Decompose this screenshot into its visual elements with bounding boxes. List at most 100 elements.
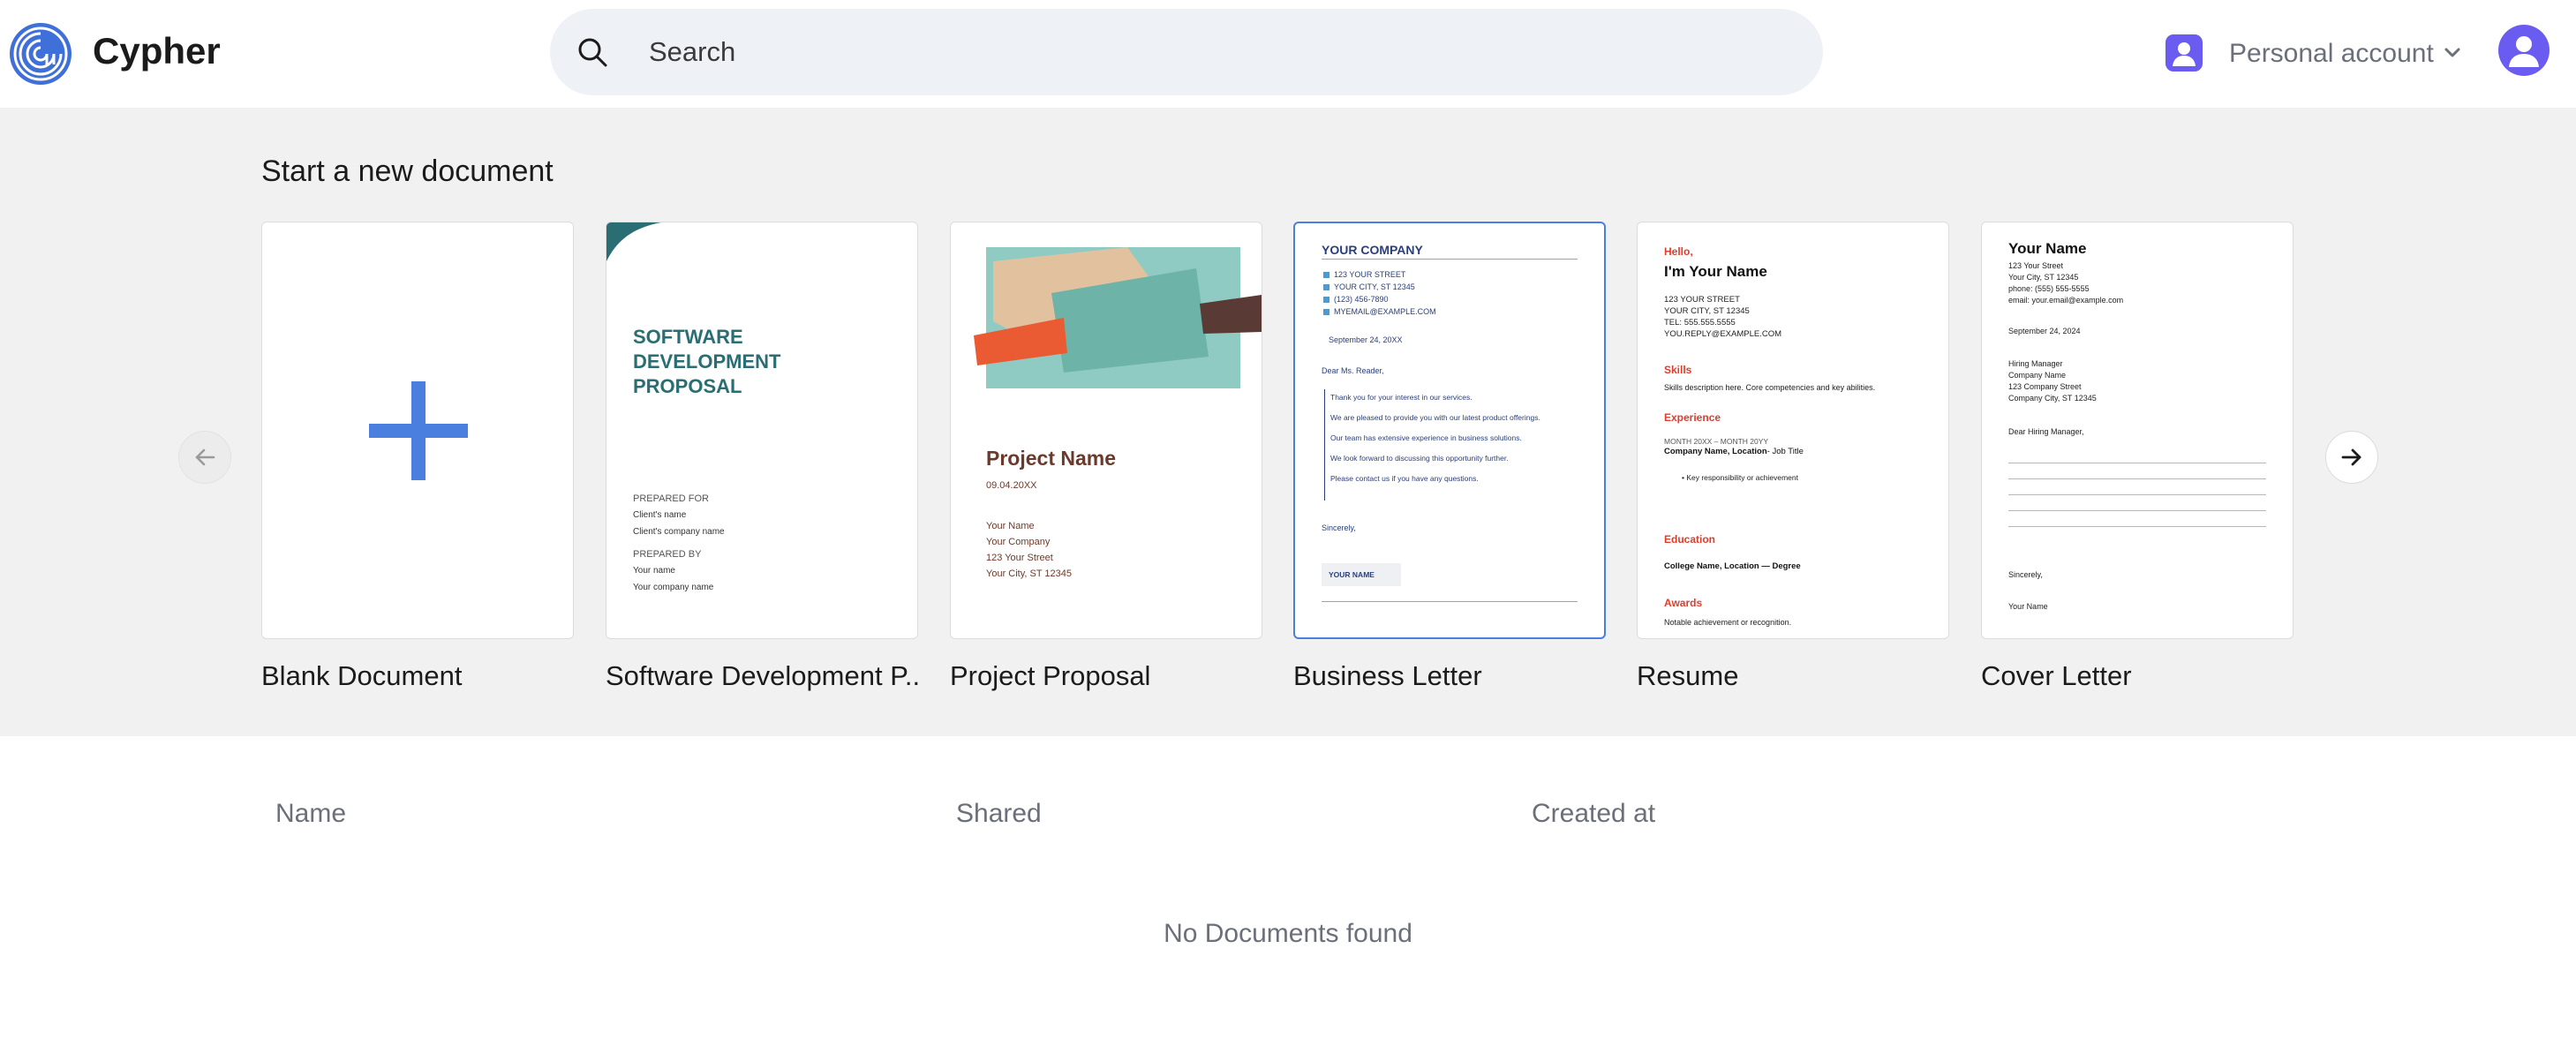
app-name: Cypher — [93, 30, 221, 72]
template-label: Cover Letter — [1981, 660, 2132, 691]
user-avatar-icon[interactable] — [2498, 25, 2550, 76]
template-label: Project Proposal — [950, 660, 1151, 691]
divider — [1322, 601, 1578, 602]
chevron-down-icon — [2444, 48, 2460, 57]
bullet-marker — [1323, 272, 1329, 278]
template-card-project-proposal[interactable]: Project Name 09.04.20XX Your Name Your C… — [950, 222, 1262, 639]
preview-signature: Your Name — [2008, 602, 2048, 611]
preview-text: Your City, ST 12345 — [986, 568, 1073, 579]
experience-company: Company Name, Location — [1664, 447, 1767, 456]
account-label: Personal account — [2229, 39, 2434, 68]
preview-text: Your company name — [633, 583, 714, 592]
preview-text: Company Name — [2008, 371, 2067, 380]
preview-text: YOU.REPLY@EXAMPLE.COM — [1664, 329, 1781, 339]
preview-heading: Experience — [1664, 411, 1721, 424]
column-header-shared[interactable]: Shared — [956, 796, 1042, 832]
preview-date: 09.04.20XX — [986, 480, 1037, 491]
placeholder-line — [2008, 478, 2266, 479]
preview-text: MONTH 20XX – MONTH 20YY — [1664, 437, 1769, 446]
templates-section: Start a new document Blank Document SOFT… — [0, 108, 2576, 736]
preview-text: YOUR CITY, ST 12345 — [1664, 306, 1750, 316]
search-icon — [578, 38, 607, 67]
preview-text: Dear Hiring Manager, — [2008, 427, 2084, 436]
placeholder-line — [2008, 526, 2266, 527]
preview-text: Your City, ST 12345 — [2008, 273, 2079, 282]
preview-hello: Hello, — [1664, 245, 1693, 258]
template-card-software-proposal[interactable]: SOFTWARE DEVELOPMENT PROPOSAL PREPARED F… — [606, 222, 918, 639]
preview-heading: Skills — [1664, 364, 1692, 376]
account-switcher[interactable]: Personal account — [2165, 29, 2474, 79]
search-input[interactable] — [649, 30, 1779, 74]
preview-text: YOUR CITY, ST 12345 — [1334, 282, 1415, 291]
carousel-next-button[interactable] — [2325, 431, 2378, 484]
template-card-cover-letter[interactable]: Your Name 123 Your Street Your City, ST … — [1981, 222, 2294, 639]
preview-text: • Key responsibility or achievement — [1682, 473, 1798, 482]
preview-heading: Education — [1664, 533, 1716, 546]
preview-text: Dear Ms. Reader, — [1322, 366, 1384, 375]
template-label: Blank Document — [261, 660, 463, 691]
preview-title: Project Name — [986, 447, 1117, 470]
arrow-right-icon — [2341, 448, 2361, 466]
signature-box: YOUR NAME — [1322, 563, 1401, 586]
preview-text: 123 Company Street — [2008, 382, 2082, 391]
template-label: Resume — [1637, 660, 1739, 691]
template-label: Software Development P... — [606, 660, 920, 691]
preview-text: Our team has extensive experience in bus… — [1330, 433, 1522, 442]
preview-text: Your name — [633, 566, 675, 576]
preview-text: MYEMAIL@EXAMPLE.COM — [1334, 307, 1436, 316]
bullet-marker — [1323, 297, 1329, 303]
preview-text: Sincerely, — [1322, 523, 1356, 532]
top-bar: Cypher Personal account — [0, 0, 2576, 108]
preview-title-line: SOFTWARE — [633, 326, 743, 348]
experience-bullet: Key responsibility or achievement — [1686, 473, 1798, 482]
preview-text: Skills description here. Core competenci… — [1664, 383, 1876, 392]
column-header-name[interactable]: Name — [275, 796, 346, 832]
plus-icon — [369, 381, 468, 480]
preview-text: We look forward to discussing this oppor… — [1330, 454, 1509, 463]
preview-text: Hiring Manager — [2008, 359, 2063, 368]
template-label: Business Letter — [1293, 660, 1482, 691]
preview-name: Your Name — [2008, 240, 2087, 257]
preview-date: September 24, 20XX — [1329, 335, 1403, 344]
preview-text: Client's name — [633, 510, 687, 520]
preview-title-line: PROPOSAL — [633, 375, 742, 397]
divider — [1322, 259, 1578, 260]
preview-text: PREPARED FOR — [633, 493, 709, 504]
arrow-left-icon — [195, 448, 215, 466]
preview-text: PREPARED BY — [633, 549, 702, 560]
preview-signature: YOUR NAME — [1329, 570, 1375, 579]
template-card-blank[interactable] — [261, 222, 574, 639]
preview-date: September 24, 2024 — [2008, 327, 2081, 335]
documents-section: Name Shared Created at No Documents foun… — [0, 736, 2576, 1054]
search-bar[interactable] — [550, 9, 1823, 95]
placeholder-line — [2008, 494, 2266, 495]
preview-text: Company City, ST 12345 — [2008, 394, 2097, 403]
body-rule — [1324, 389, 1325, 501]
preview-text: Your Name — [986, 521, 1035, 531]
cypher-logo-icon[interactable] — [9, 22, 72, 86]
preview-text: phone: (555) 555-5555 — [2008, 284, 2090, 293]
corner-decoration — [606, 222, 661, 261]
preview-text: 123 Your Street — [2008, 261, 2064, 270]
preview-text: email: your.email@example.com — [2008, 296, 2124, 305]
bullet-marker — [1323, 309, 1329, 315]
preview-text: Notable achievement or recognition. — [1664, 618, 1792, 627]
preview-text: Your Company — [986, 537, 1051, 547]
column-header-created-at[interactable]: Created at — [1532, 796, 1655, 832]
bullet-marker — [1323, 284, 1329, 290]
preview-text: Please contact us if you have any questi… — [1330, 474, 1479, 483]
empty-state-message: No Documents found — [1164, 919, 1412, 948]
preview-name: I'm Your Name — [1664, 263, 1767, 280]
carousel-prev-button[interactable] — [178, 431, 231, 484]
cover-illustration — [974, 247, 1262, 388]
template-card-resume[interactable]: Hello, I'm Your Name 123 YOUR STREET YOU… — [1637, 222, 1949, 639]
template-card-business-letter[interactable]: YOUR COMPANY 123 YOUR STREET YOUR CITY, … — [1293, 222, 1606, 639]
preview-text: We are pleased to provide you with our l… — [1330, 413, 1540, 422]
preview-company: YOUR COMPANY — [1322, 243, 1423, 257]
account-avatar-icon — [2165, 34, 2203, 72]
placeholder-line — [2008, 510, 2266, 511]
preview-text: Sincerely, — [2008, 570, 2043, 579]
preview-text: (123) 456-7890 — [1334, 295, 1389, 304]
preview-title-line: DEVELOPMENT — [633, 350, 781, 373]
preview-text: Client's company name — [633, 527, 725, 537]
